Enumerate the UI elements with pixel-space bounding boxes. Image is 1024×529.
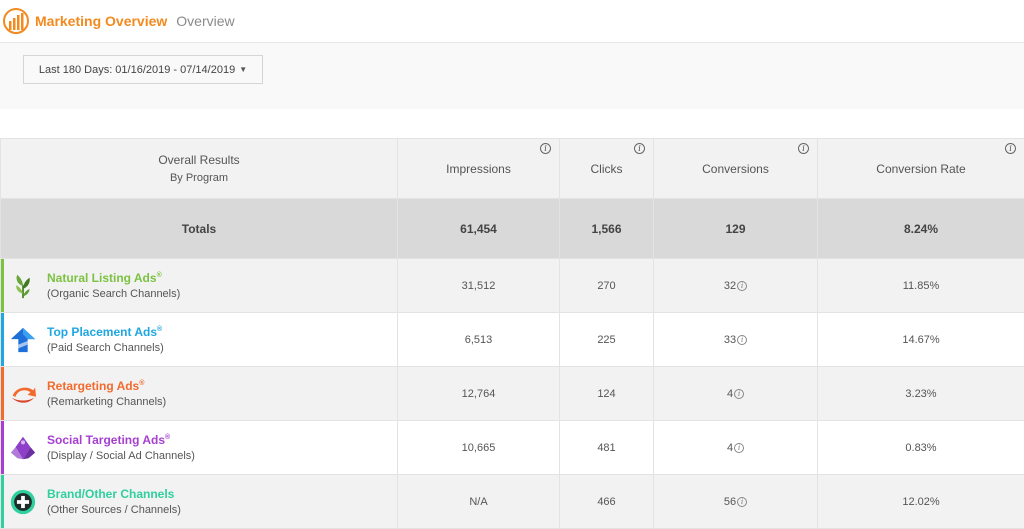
- program-cell: Top Placement Ads® (Paid Search Channels): [0, 312, 398, 367]
- info-icon[interactable]: i: [634, 143, 645, 154]
- program-cell: Social Targeting Ads® (Display / Social A…: [0, 420, 398, 475]
- clicks-value: 270: [559, 258, 654, 313]
- registered-mark: ®: [157, 326, 163, 333]
- program-name[interactable]: Social Targeting Ads®: [47, 433, 195, 447]
- table-header-row: Overall Results By Program Impressions i…: [0, 138, 1024, 199]
- header-impressions: Impressions i: [397, 138, 560, 199]
- header-conversions: Conversions i: [653, 138, 818, 199]
- totals-label: Totals: [0, 198, 398, 259]
- impressions-value: 6,513: [397, 312, 560, 367]
- conversion-rate-value: 14.67%: [817, 312, 1024, 367]
- retarget-swoosh-icon: [8, 379, 38, 409]
- program-subtitle: (Paid Search Channels): [47, 342, 164, 354]
- info-icon[interactable]: i: [737, 280, 748, 291]
- bar-chart-logo-icon: [3, 8, 29, 34]
- date-range-label: Last 180 Days: 01/16/2019 - 07/14/2019: [38, 63, 236, 76]
- conversions-value: 32 i: [653, 258, 818, 313]
- conversion-rate-value: 11.85%: [817, 258, 1024, 313]
- program-accent-bar: [1, 367, 4, 420]
- conversion-rate-value: 3.23%: [817, 366, 1024, 421]
- info-icon[interactable]: i: [798, 143, 809, 154]
- program-accent-bar: [1, 421, 4, 474]
- program-accent-bar: [1, 313, 4, 366]
- caret-down-icon: ▼: [239, 65, 248, 74]
- breadcrumb: Overview: [176, 13, 235, 29]
- totals-row: Totals 61,454 1,566 129 8.24%: [0, 198, 1024, 259]
- info-icon[interactable]: i: [540, 143, 551, 154]
- program-name[interactable]: Natural Listing Ads®: [47, 271, 180, 285]
- social-diamond-icon: [8, 433, 38, 463]
- header-clicks: Clicks i: [559, 138, 654, 199]
- table-row[interactable]: Brand/Other Channels (Other Sources / Cha…: [0, 474, 1024, 529]
- impressions-value: N/A: [397, 474, 560, 529]
- plus-circle-icon: [8, 487, 38, 517]
- table-row[interactable]: Retargeting Ads® (Remarketing Channels) 12…: [0, 366, 1024, 421]
- program-name[interactable]: Brand/Other Channels: [47, 487, 181, 501]
- program-name[interactable]: Retargeting Ads®: [47, 379, 166, 393]
- conversion-rate-value: 12.02%: [817, 474, 1024, 529]
- info-icon[interactable]: i: [737, 334, 748, 345]
- clicks-value: 124: [559, 366, 654, 421]
- sprout-icon: [8, 271, 38, 301]
- info-icon[interactable]: i: [734, 388, 745, 399]
- app-title[interactable]: Marketing Overview: [35, 13, 167, 29]
- header-conversion-rate: Conversion Rate i: [817, 138, 1024, 199]
- program-accent-bar: [1, 475, 4, 528]
- program-subtitle: (Organic Search Channels): [47, 288, 181, 300]
- header-overall-results: Overall Results By Program: [0, 138, 398, 199]
- date-range-dropdown[interactable]: Last 180 Days: 01/16/2019 - 07/14/2019 ▼: [23, 55, 263, 84]
- info-icon[interactable]: i: [1005, 143, 1016, 154]
- filter-area: Last 180 Days: 01/16/2019 - 07/14/2019 ▼: [0, 43, 1024, 109]
- info-icon[interactable]: i: [734, 442, 745, 453]
- program-accent-bar: [1, 259, 4, 312]
- conversions-value: 4i: [653, 366, 818, 421]
- totals-rate: 8.24%: [817, 198, 1024, 259]
- program-cell: Natural Listing Ads® (Organic Search Chan…: [0, 258, 398, 313]
- table-row[interactable]: Social Targeting Ads® (Display / Social A…: [0, 420, 1024, 475]
- totals-impressions: 61,454: [397, 198, 560, 259]
- registered-mark: ®: [139, 380, 145, 387]
- clicks-value: 466: [559, 474, 654, 529]
- program-name[interactable]: Top Placement Ads®: [47, 325, 164, 339]
- header-overall-sub: By Program: [169, 172, 229, 184]
- totals-conversions: 129: [653, 198, 818, 259]
- conversions-value: 33 i: [653, 312, 818, 367]
- info-icon[interactable]: i: [737, 496, 748, 507]
- impressions-value: 31,512: [397, 258, 560, 313]
- registered-mark: ®: [165, 434, 171, 441]
- program-cell: Brand/Other Channels (Other Sources / Cha…: [0, 474, 398, 529]
- totals-clicks: 1,566: [559, 198, 654, 259]
- conversions-value: 56 i: [653, 474, 818, 529]
- arrow-up-icon: [8, 325, 38, 355]
- conversions-value: 4i: [653, 420, 818, 475]
- results-table: Overall Results By Program Impressions i…: [0, 138, 1024, 529]
- top-bar: Marketing Overview Overview: [0, 0, 1024, 43]
- clicks-value: 481: [559, 420, 654, 475]
- program-cell: Retargeting Ads® (Remarketing Channels): [0, 366, 398, 421]
- program-subtitle: (Remarketing Channels): [47, 396, 167, 408]
- program-subtitle: (Other Sources / Channels): [47, 504, 181, 516]
- impressions-value: 12,764: [397, 366, 560, 421]
- conversion-rate-value: 0.83%: [817, 420, 1024, 475]
- table-row[interactable]: Natural Listing Ads® (Organic Search Chan…: [0, 258, 1024, 313]
- registered-mark: ®: [156, 272, 162, 279]
- program-subtitle: (Display / Social Ad Channels): [47, 450, 195, 462]
- impressions-value: 10,665: [397, 420, 560, 475]
- table-row[interactable]: Top Placement Ads® (Paid Search Channels)…: [0, 312, 1024, 367]
- clicks-value: 225: [559, 312, 654, 367]
